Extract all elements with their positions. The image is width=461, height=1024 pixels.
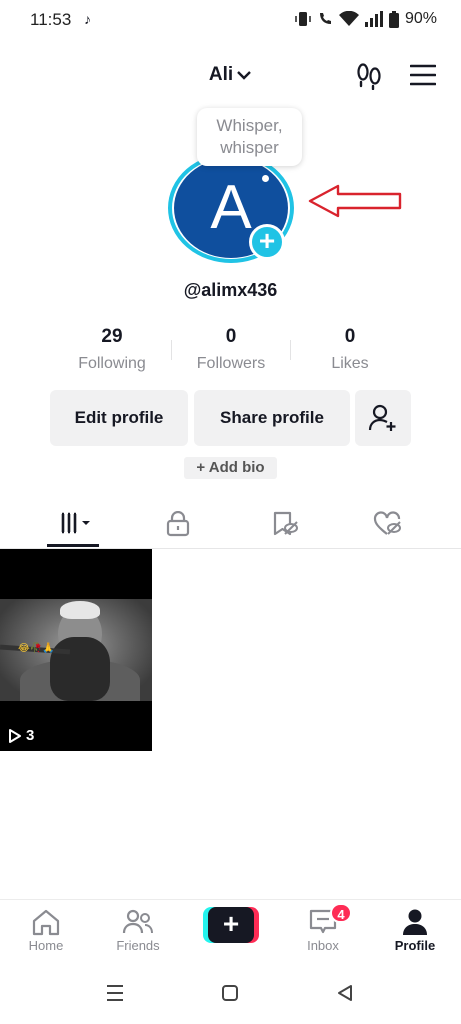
profile-tabs [0, 505, 461, 549]
video-thumbnail[interactable]: 😂🥀🙏 3 [0, 549, 152, 751]
home-icon [32, 909, 60, 936]
video-play-count: 3 [8, 727, 34, 744]
wifi-call-icon [319, 13, 331, 24]
private-lock-icon [166, 511, 190, 537]
stat-label: Likes [331, 355, 369, 372]
system-nav-bar [0, 962, 461, 1024]
status-icons: 90% [295, 10, 437, 28]
recent-apps-icon[interactable] [105, 984, 125, 1002]
video-frame: 😂🥀🙏 [0, 599, 152, 701]
vibrate-icon [295, 12, 311, 26]
play-icon [9, 728, 21, 743]
active-tab-indicator [47, 544, 99, 547]
tab-liked[interactable] [358, 505, 418, 549]
plus-icon: + [208, 907, 254, 943]
stat-value: 29 [101, 326, 123, 347]
stat-following[interactable]: 29 Following [52, 325, 172, 373]
videos-grid-icon [61, 512, 90, 534]
battery-icon [388, 10, 399, 28]
nav-inbox-label: Inbox [307, 938, 339, 953]
stat-likes[interactable]: 0 Likes [290, 325, 410, 373]
signal-icon [364, 11, 383, 27]
nav-profile-label: Profile [394, 938, 436, 953]
nav-home[interactable]: Home [6, 908, 86, 953]
nav-friends[interactable]: Friends [98, 908, 178, 953]
video-person-cap [60, 601, 100, 619]
liked-heart-icon [373, 511, 401, 535]
footprints-icon[interactable] [356, 62, 382, 90]
play-count-value: 3 [26, 727, 35, 744]
nav-friends-label: Friends [116, 938, 160, 953]
inbox-badge: 4 [330, 903, 352, 923]
stat-label: Followers [196, 355, 266, 372]
stat-value: 0 [344, 326, 356, 347]
saved-bookmark-icon [273, 511, 298, 536]
tab-private[interactable] [148, 505, 208, 549]
back-icon[interactable] [336, 984, 354, 1002]
tiktok-notification-icon: ♪ [84, 11, 91, 27]
add-story-button[interactable]: + [249, 224, 285, 260]
stat-label: Following [78, 355, 146, 372]
nav-home-label: Home [28, 938, 64, 953]
nav-profile[interactable]: Profile [375, 908, 455, 953]
stat-followers[interactable]: 0 Followers [171, 325, 291, 373]
status-time: 11:53 [30, 10, 72, 29]
video-person-beard [50, 637, 110, 701]
menu-icon[interactable] [410, 64, 436, 86]
tab-saved[interactable] [255, 505, 315, 549]
status-bar: 11:53 ♪ 90% [0, 0, 461, 40]
stat-value: 0 [225, 326, 237, 347]
chevron-down-icon [237, 71, 251, 80]
profile-avatar[interactable]: A + [167, 152, 295, 264]
tab-videos[interactable] [45, 505, 105, 549]
video-caption-emoji: 😂🥀🙏 [18, 643, 55, 654]
add-friend-button[interactable] [355, 390, 411, 446]
add-user-icon [368, 404, 396, 431]
home-square-icon[interactable] [221, 984, 239, 1002]
note-bubble[interactable]: Whisper, whisper [197, 108, 302, 166]
wifi-icon [338, 11, 359, 26]
create-button[interactable]: + [203, 907, 259, 943]
account-switcher[interactable]: Ali [0, 64, 461, 86]
username: @alimx436 [183, 280, 278, 300]
edit-profile-button[interactable]: Edit profile [50, 390, 188, 446]
battery-percent: 90% [404, 10, 437, 27]
add-bio-button[interactable]: + Add bio [184, 457, 277, 479]
share-profile-button[interactable]: Share profile [194, 390, 350, 446]
account-name: Ali [208, 64, 234, 85]
profile-icon [403, 909, 427, 935]
note-bubble-tail [262, 175, 269, 182]
annotation-arrow-icon [308, 184, 402, 218]
friends-icon [122, 909, 153, 934]
